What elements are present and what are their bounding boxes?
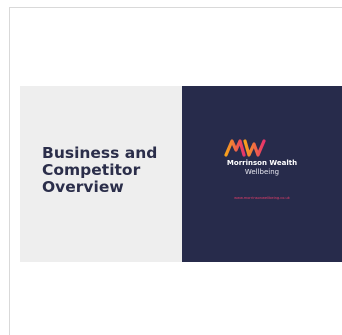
slide-title: Business and Competitor Overview bbox=[42, 144, 158, 196]
slide-left-panel: Business and Competitor Overview bbox=[20, 86, 182, 262]
brand-subtitle: Wellbeing bbox=[244, 168, 280, 176]
brand-website-link[interactable]: www.morrinsonwellbeing.co.uk bbox=[182, 196, 342, 201]
brand-name: Morrinson Wealth bbox=[226, 159, 298, 167]
slide-right-panel: Morrinson Wealth Wellbeing www.morrinson… bbox=[182, 86, 342, 262]
mw-logo-icon bbox=[224, 139, 266, 157]
title-slide: Business and Competitor Overview Morrins… bbox=[20, 86, 342, 262]
